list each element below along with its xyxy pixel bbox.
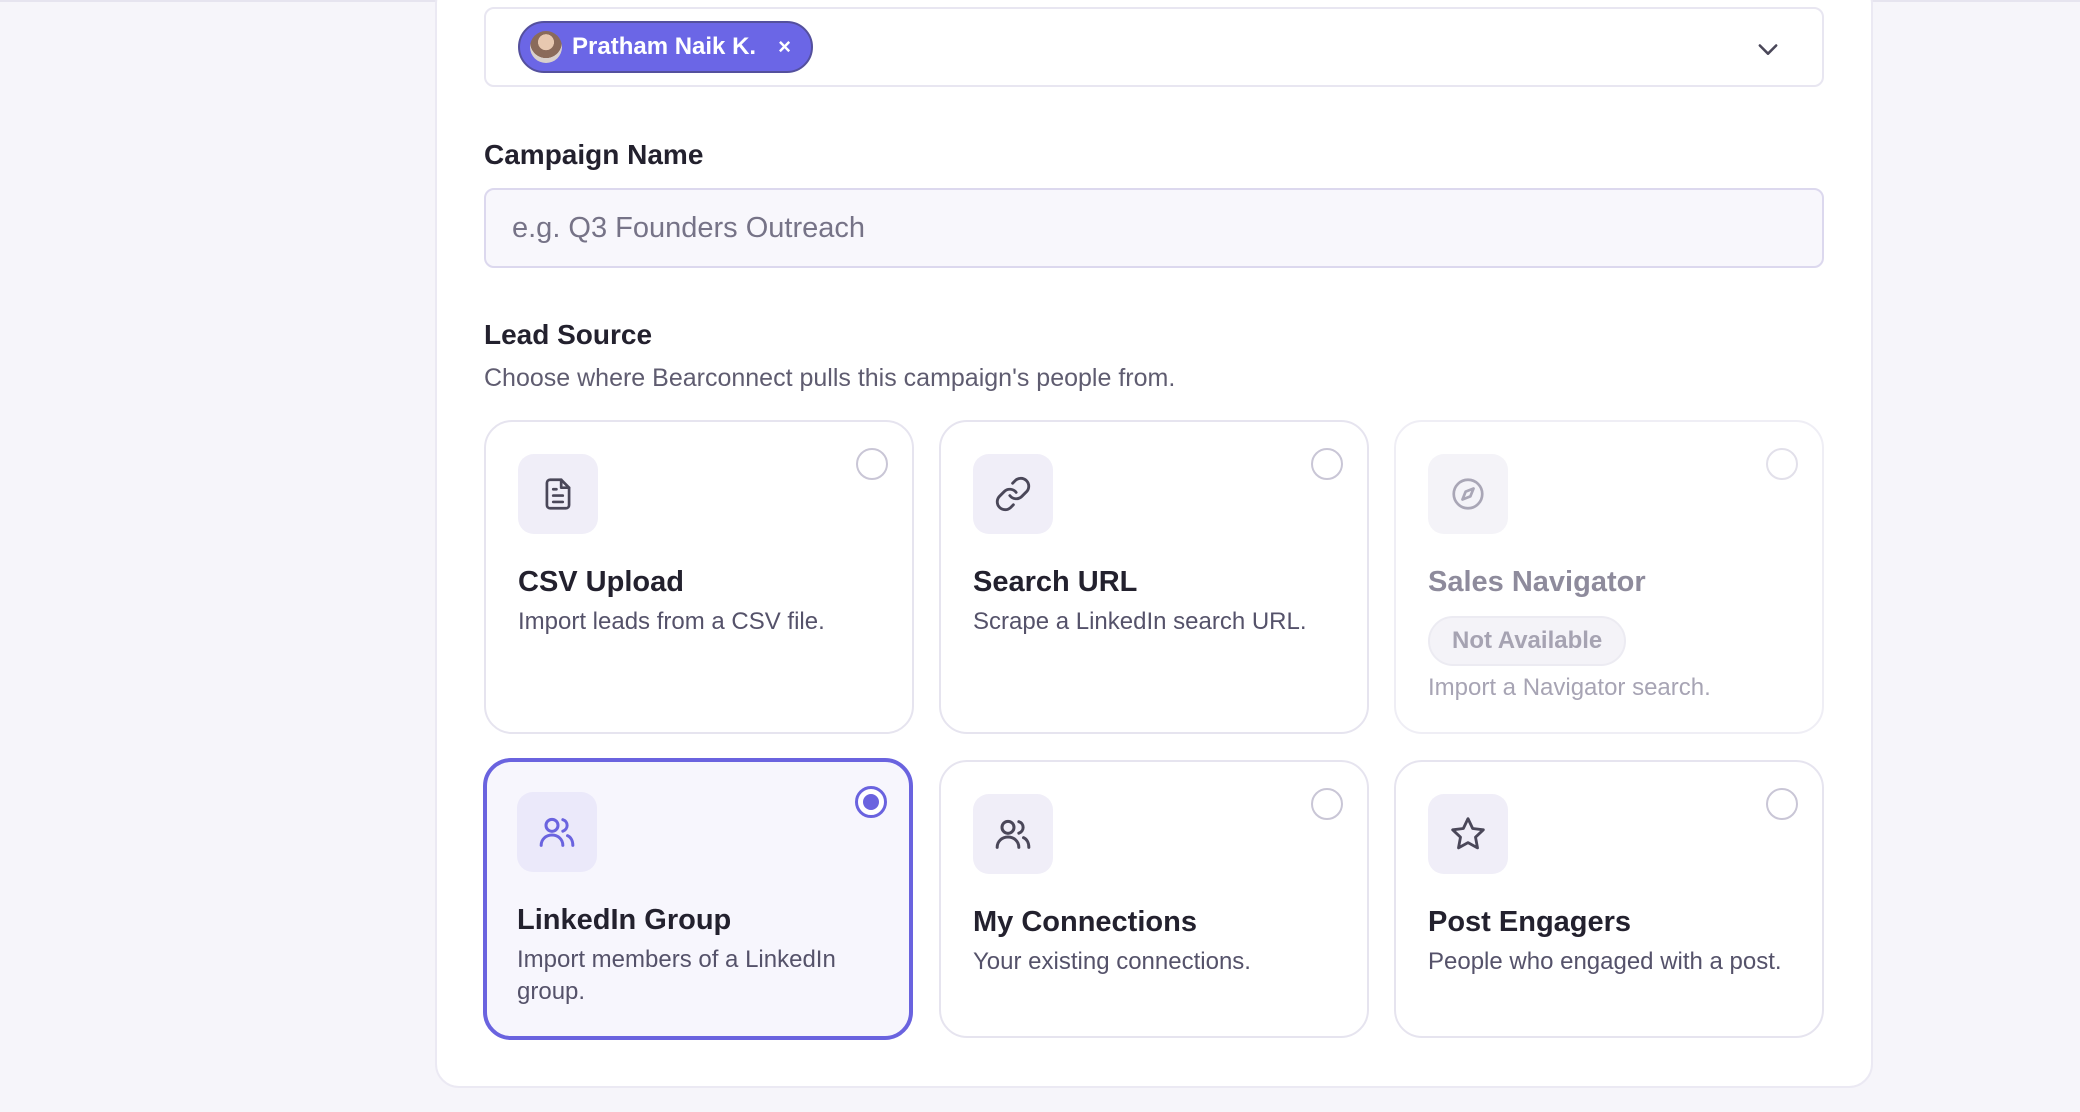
star-icon (1428, 794, 1508, 874)
lead-source-label: Lead Source (484, 319, 653, 350)
radio-sales-navigator (1766, 448, 1798, 480)
chevron-down-icon[interactable] (1754, 35, 1782, 63)
radio-my-connections[interactable] (1311, 788, 1343, 820)
option-title: Post Engagers (1428, 906, 1632, 938)
lead-source-option-my-connections[interactable]: My Connections Your existing connections… (939, 760, 1369, 1038)
radio-post-engagers[interactable] (1766, 788, 1798, 820)
lead-source-help: Choose where Bearconnect pulls this camp… (484, 364, 1176, 392)
link-icon (973, 454, 1053, 534)
radio-linkedin-group[interactable] (855, 786, 887, 818)
lead-source-option-csv-upload[interactable]: CSV Upload Import leads from a CSV file. (484, 420, 914, 734)
option-description: Import leads from a CSV file. (518, 608, 825, 635)
lead-source-option-sales-navigator: Sales Navigator Not Available Import a N… (1394, 420, 1824, 734)
radio-search-url[interactable] (1311, 448, 1343, 480)
lead-source-option-post-engagers[interactable]: Post Engagers People who engaged with a … (1394, 760, 1824, 1038)
lead-source-option-search-url[interactable]: Search URL Scrape a LinkedIn search URL. (939, 420, 1369, 734)
campaign-name-input[interactable] (484, 188, 1824, 268)
campaign-name-label: Campaign Name (484, 139, 704, 170)
lead-source-option-linkedin-group[interactable]: LinkedIn Group Import members of a Linke… (483, 758, 913, 1040)
compass-icon (1428, 454, 1508, 534)
option-title: Sales Navigator (1428, 566, 1646, 598)
remove-chip-button[interactable]: × (778, 34, 791, 60)
option-title: CSV Upload (518, 566, 684, 598)
option-description: Import a Navigator search. (1428, 674, 1711, 701)
users-icon (973, 794, 1053, 874)
chip-label: Pratham Naik K. (572, 33, 757, 60)
document-icon (518, 454, 598, 534)
option-title: Search URL (973, 566, 1138, 598)
account-select[interactable]: Pratham Naik K. × (484, 7, 1824, 87)
users-icon (517, 792, 597, 872)
radio-csv-upload[interactable] (856, 448, 888, 480)
option-title: My Connections (973, 906, 1197, 938)
option-description: Your existing connections. (973, 948, 1251, 975)
avatar (530, 31, 562, 63)
option-description: People who engaged with a post. (1428, 948, 1782, 975)
option-title: LinkedIn Group (517, 904, 732, 936)
not-available-badge: Not Available (1428, 616, 1627, 666)
selected-account-chip: Pratham Naik K. × (518, 21, 813, 73)
option-description: Import members of a LinkedIn group. (517, 946, 836, 1005)
option-description: Scrape a LinkedIn search URL. (973, 608, 1307, 635)
